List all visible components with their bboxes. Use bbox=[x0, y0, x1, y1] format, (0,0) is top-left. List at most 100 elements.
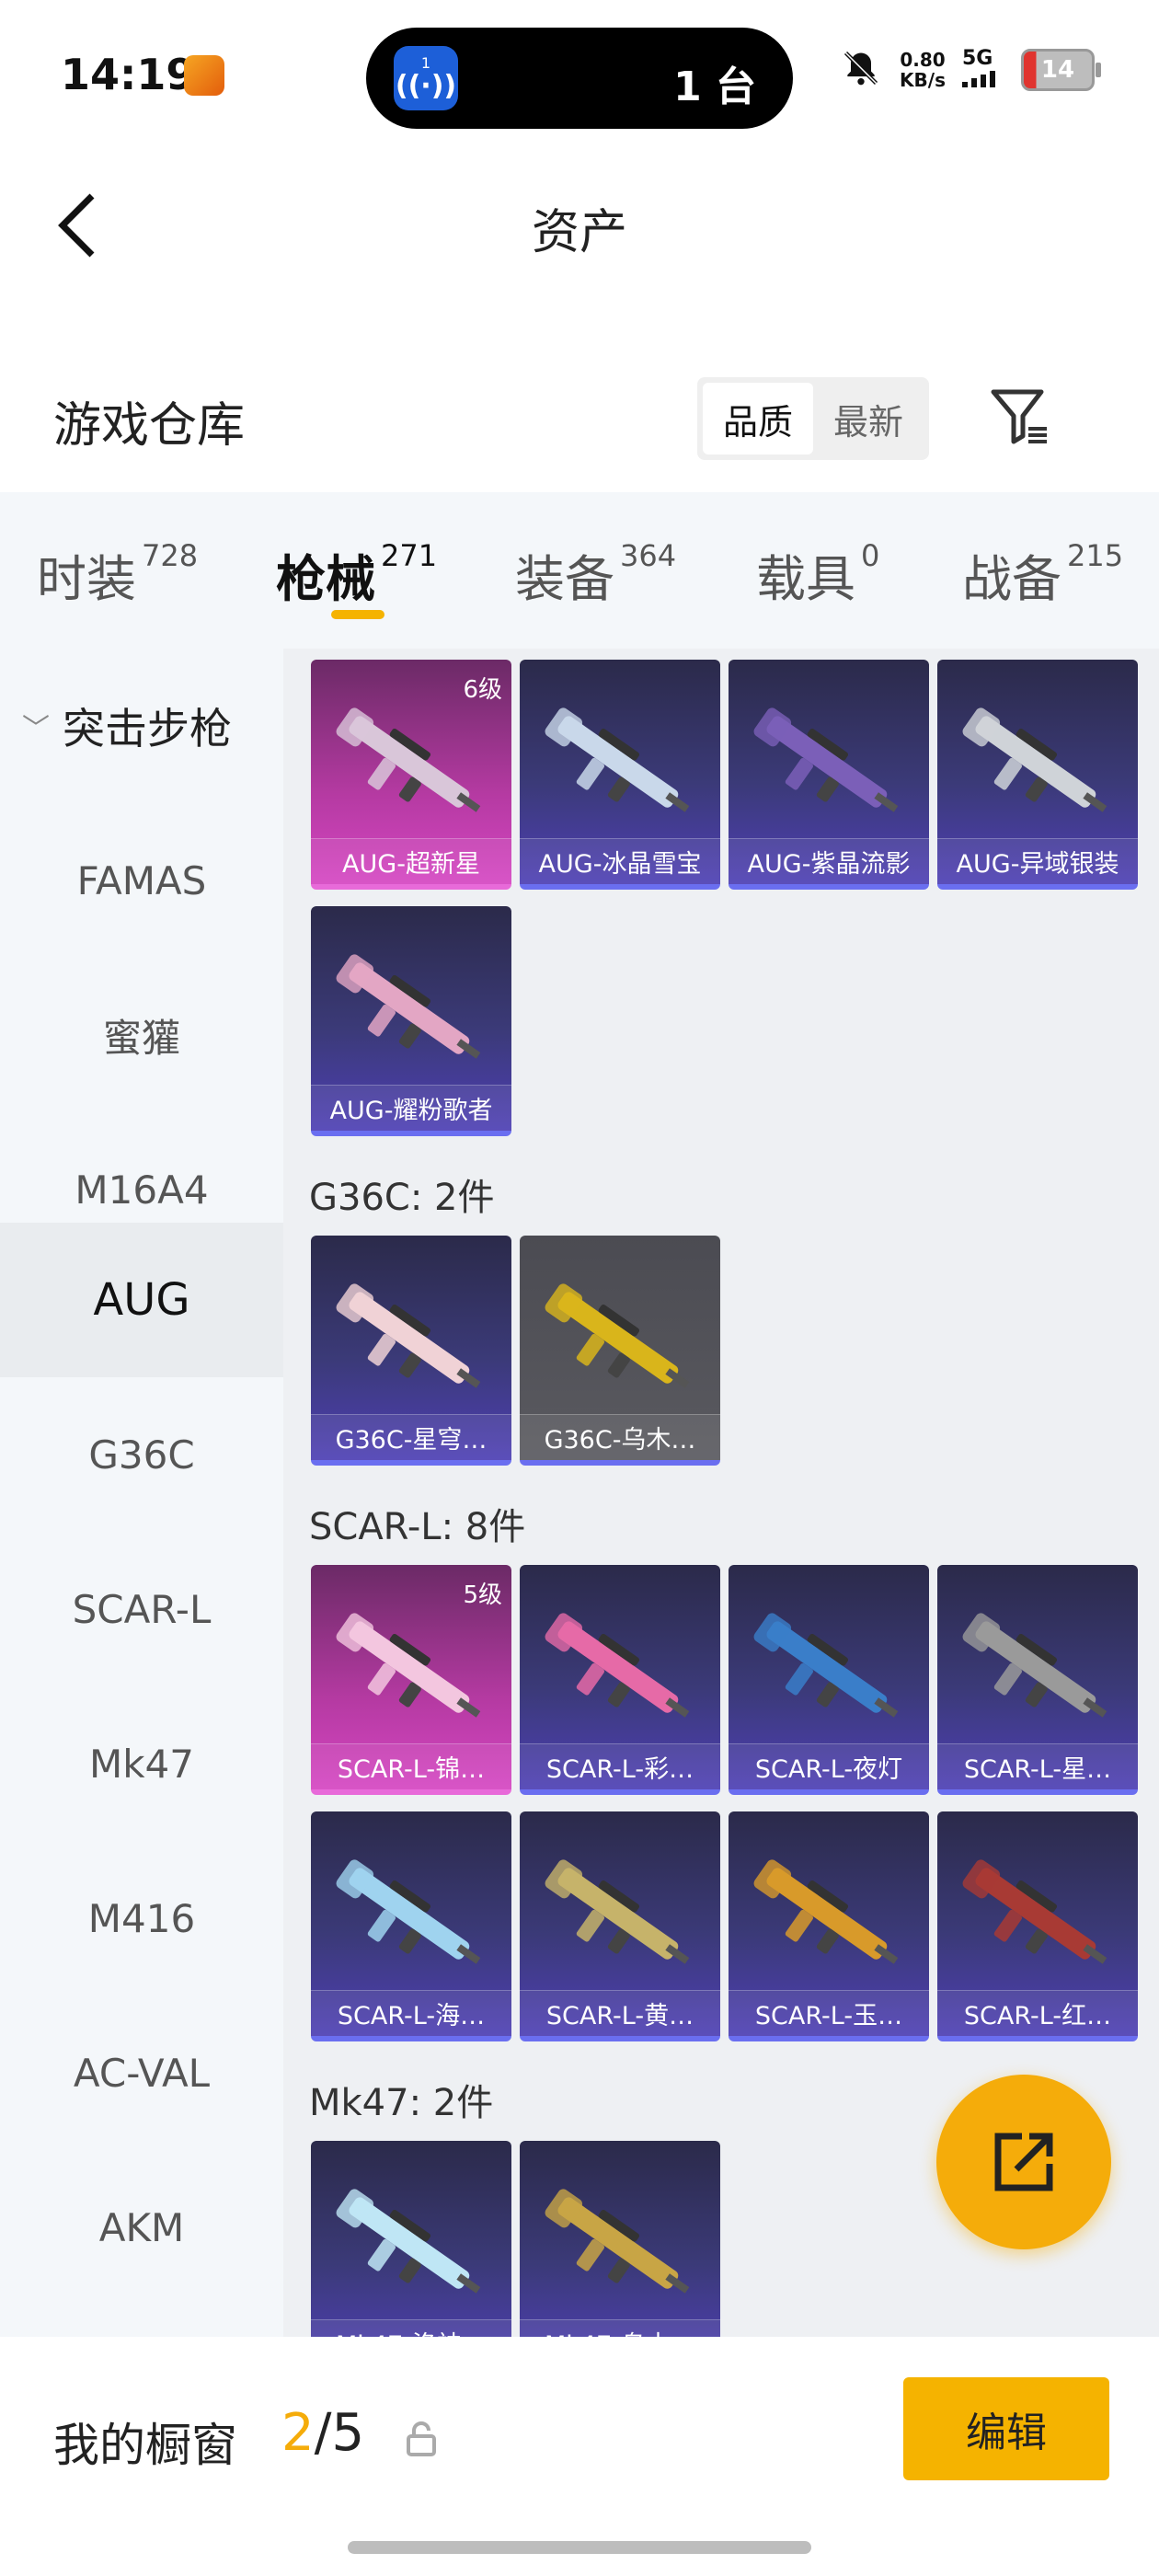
weapon-skin-card[interactable]: AUG-冰晶雪宝 bbox=[520, 660, 720, 890]
weapon-skin-name: AUG-超新星 bbox=[311, 838, 511, 884]
weapon-skin-image bbox=[336, 707, 481, 812]
dynamic-island[interactable]: 1 ((·)) 1 台 bbox=[366, 28, 793, 129]
weapon-skin-image bbox=[545, 1283, 690, 1388]
tab-fashion[interactable]: 时装 728 bbox=[37, 538, 198, 611]
weapon-skin-card[interactable]: SCAR-L-玉… bbox=[729, 1811, 929, 2041]
level-badge: 5级 bbox=[463, 1581, 502, 1609]
weapon-skin-card[interactable]: SCAR-L-黄… bbox=[520, 1811, 720, 2041]
bell-muted-icon bbox=[839, 48, 883, 92]
sort-option-latest[interactable]: 最新 bbox=[813, 383, 924, 454]
weapon-skin-card[interactable]: 5级 SCAR-L-锦… bbox=[311, 1565, 511, 1795]
app-notification-icon bbox=[184, 55, 224, 96]
weapon-skin-name: SCAR-L-锦… bbox=[311, 1743, 511, 1789]
sidebar-item-scar-l[interactable]: SCAR-L bbox=[0, 1532, 283, 1686]
weapon-skin-name: SCAR-L-海… bbox=[311, 1990, 511, 2036]
tab-firearms[interactable]: 枪械 271 bbox=[276, 538, 437, 611]
weapon-skin-name: AUG-紫晶流影 bbox=[729, 838, 929, 884]
sort-toggle: 品质 最新 bbox=[697, 377, 929, 460]
island-badge: 1 bbox=[420, 53, 431, 72]
weapon-skin-name: G36C-乌木… bbox=[520, 1414, 720, 1460]
island-device-count: 1 台 bbox=[673, 63, 756, 110]
category-tabs: 时装 728 枪械 271 装备 364 载具 0 战备 215 bbox=[0, 492, 1159, 649]
cell-signal-icon: 5G bbox=[962, 48, 1004, 92]
bottom-bar: 我的橱窗 2/5 编辑 bbox=[0, 2337, 1159, 2576]
weapon-skin-image bbox=[962, 707, 1107, 812]
tab-vehicles[interactable]: 载具 0 bbox=[756, 538, 879, 611]
weapon-skin-name: Mk47-乌木… bbox=[520, 2319, 720, 2337]
filter-button[interactable] bbox=[982, 379, 1056, 453]
sidebar-item-mk47[interactable]: Mk47 bbox=[0, 1686, 283, 1841]
weapon-skin-card[interactable]: SCAR-L-海… bbox=[311, 1811, 511, 2041]
warehouse-header: 游戏仓库 品质 最新 bbox=[0, 359, 1159, 469]
page-title: 资产 bbox=[531, 205, 627, 260]
weapon-skin-name: SCAR-L-星… bbox=[937, 1743, 1138, 1789]
weapon-skin-name: SCAR-L-玉… bbox=[729, 1990, 929, 2036]
section-label-g36c: G36C: 2件 bbox=[309, 1177, 495, 1219]
weapon-skin-image bbox=[545, 1859, 690, 1964]
sidebar-item-ac-val[interactable]: AC-VAL bbox=[0, 1995, 283, 2150]
sidebar-item-famas[interactable]: FAMAS bbox=[0, 803, 283, 958]
weapon-skin-name: AUG-耀粉歌者 bbox=[311, 1085, 511, 1131]
warehouse-title: 游戏仓库 bbox=[53, 398, 246, 454]
battery-icon: 14 bbox=[1021, 49, 1101, 91]
share-icon bbox=[994, 2133, 1053, 2191]
sidebar-group-assault-rifles[interactable]: ﹀ 突击步枪 bbox=[0, 649, 283, 803]
broadcast-icon: 1 ((·)) bbox=[394, 46, 458, 110]
share-button[interactable] bbox=[936, 2075, 1111, 2249]
network-speed: 0.80 KB/s bbox=[900, 49, 946, 91]
weapon-skin-card[interactable]: G36C-乌木… bbox=[520, 1236, 720, 1466]
home-indicator[interactable] bbox=[348, 2541, 811, 2554]
weapon-skin-name: SCAR-L-夜灯 bbox=[729, 1743, 929, 1789]
weapon-skin-card[interactable]: AUG-紫晶流影 bbox=[729, 660, 929, 890]
chevron-down-icon: ﹀ bbox=[22, 713, 50, 745]
weapon-skin-card[interactable]: Mk47-洛神… bbox=[311, 2141, 511, 2337]
weapon-skin-image bbox=[753, 707, 899, 812]
tab-equipment[interactable]: 装备 364 bbox=[515, 538, 676, 611]
status-indicators: 0.80 KB/s 5G 14 bbox=[839, 48, 1101, 92]
weapon-skin-name: Mk47-洛神… bbox=[311, 2319, 511, 2337]
edit-button[interactable]: 编辑 bbox=[903, 2377, 1109, 2480]
section-label-mk47: Mk47: 2件 bbox=[309, 2082, 494, 2124]
sidebar-item-akm[interactable]: AKM bbox=[0, 2150, 283, 2305]
title-bar: 资产 bbox=[0, 147, 1159, 304]
lock-icon[interactable] bbox=[403, 2420, 440, 2456]
weapon-skin-card[interactable]: SCAR-L-红… bbox=[937, 1811, 1138, 2041]
tab-supplies[interactable]: 战备 215 bbox=[962, 538, 1123, 611]
weapon-skin-image bbox=[545, 2189, 690, 2294]
showcase-label: 我的橱窗 bbox=[53, 2419, 237, 2472]
sidebar-item-honey-badger[interactable]: 蜜獾 bbox=[0, 958, 283, 1112]
weapon-skin-card[interactable]: 6级 AUG-超新星 bbox=[311, 660, 511, 890]
weapon-skin-card[interactable]: SCAR-L-彩… bbox=[520, 1565, 720, 1795]
active-tab-indicator bbox=[331, 610, 384, 619]
weapon-skin-image bbox=[336, 1859, 481, 1964]
weapon-skin-card[interactable]: G36C-星穹… bbox=[311, 1236, 511, 1466]
weapon-skin-image bbox=[336, 2189, 481, 2294]
weapon-skin-name: AUG-异域银装 bbox=[937, 838, 1138, 884]
weapon-skin-image bbox=[962, 1613, 1107, 1718]
weapon-skin-image bbox=[336, 1283, 481, 1388]
weapon-skin-card[interactable]: AUG-耀粉歌者 bbox=[311, 906, 511, 1136]
weapon-skin-image bbox=[336, 1613, 481, 1718]
filter-icon bbox=[991, 389, 1047, 444]
weapon-skin-card[interactable]: AUG-异域银装 bbox=[937, 660, 1138, 890]
weapon-skin-card[interactable]: SCAR-L-夜灯 bbox=[729, 1565, 929, 1795]
sidebar-item-g36c[interactable]: G36C bbox=[0, 1377, 283, 1532]
weapon-skin-image bbox=[753, 1613, 899, 1718]
weapon-skin-image bbox=[336, 954, 481, 1059]
weapon-skin-name: SCAR-L-黄… bbox=[520, 1990, 720, 2036]
sidebar-item-aug[interactable]: AUG bbox=[0, 1223, 283, 1377]
weapon-skin-image bbox=[545, 707, 690, 812]
showcase-count: 2/5 bbox=[281, 2403, 365, 2463]
weapon-skin-card[interactable]: SCAR-L-星… bbox=[937, 1565, 1138, 1795]
weapon-skin-image bbox=[545, 1613, 690, 1718]
weapon-skin-image bbox=[753, 1859, 899, 1964]
sidebar-item-m416[interactable]: M416 bbox=[0, 1841, 283, 1995]
status-bar: 14:19 1 ((·)) 1 台 0.80 KB/s 5G 14 bbox=[0, 0, 1159, 147]
weapon-skin-name: SCAR-L-红… bbox=[937, 1990, 1138, 2036]
weapon-skin-card[interactable]: Mk47-乌木… bbox=[520, 2141, 720, 2337]
weapon-skin-name: G36C-星穹… bbox=[311, 1414, 511, 1460]
section-label-scar-l: SCAR-L: 8件 bbox=[309, 1506, 526, 1548]
sort-option-quality[interactable]: 品质 bbox=[703, 383, 813, 454]
weapon-type-sidebar: ﹀ 突击步枪 FAMAS 蜜獾 M16A4 AUG G36C SCAR-L Mk4… bbox=[0, 649, 283, 2337]
weapon-skin-name: AUG-冰晶雪宝 bbox=[520, 838, 720, 884]
